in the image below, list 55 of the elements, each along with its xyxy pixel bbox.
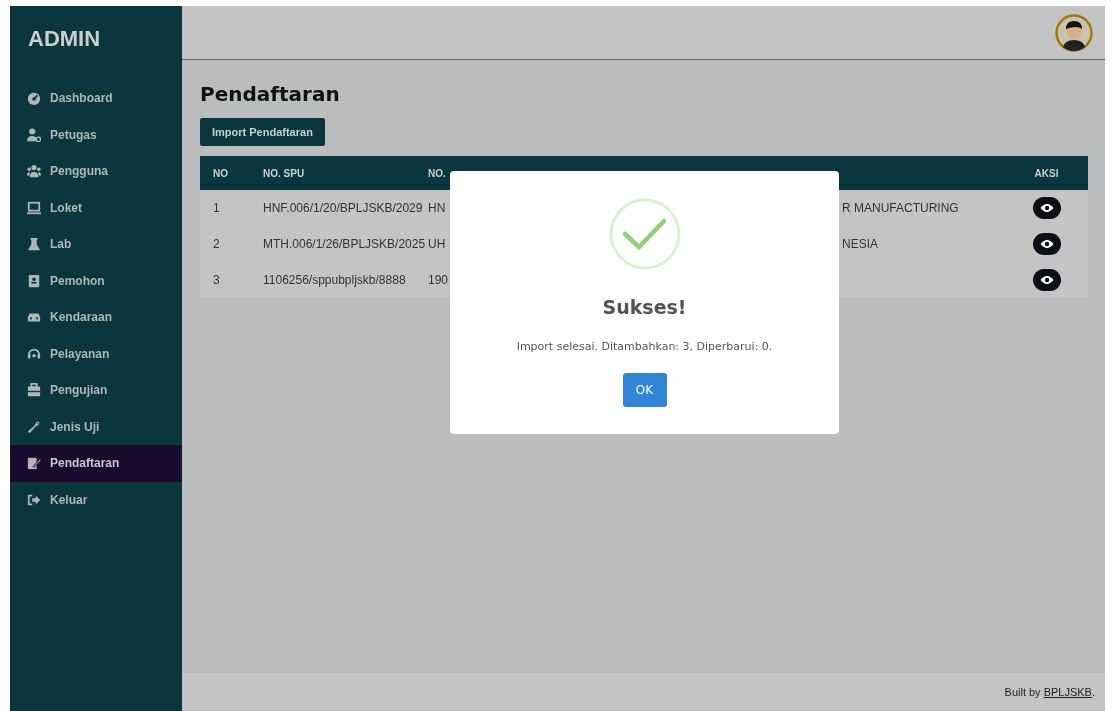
view-button[interactable] (1032, 197, 1061, 219)
footer-link[interactable]: BPLJSKB (1043, 686, 1092, 698)
table-cell: R MANUFACTURING (842, 201, 959, 215)
table-cell-text: 3 (212, 273, 221, 287)
menu-item-icon (27, 492, 41, 507)
sidebar-item[interactable]: Jenis Uji (10, 408, 182, 445)
menu-item-icon (27, 237, 41, 252)
table-cell: UH (428, 237, 446, 251)
sidebar-item[interactable]: Pelayanan (10, 335, 182, 372)
page-title: Pendaftaran (200, 82, 340, 106)
menu-item-icon (27, 346, 41, 361)
sidebar-item[interactable]: Loket (10, 189, 182, 226)
dialog-title: Sukses! (602, 296, 687, 318)
table-cell: 190 (428, 273, 449, 287)
table-cell-text: 1106256/sppubpljskb/8888 (262, 273, 407, 287)
eye-icon (1039, 203, 1054, 213)
view-button[interactable] (1032, 233, 1061, 255)
avatar-icon[interactable] (1055, 13, 1093, 52)
sidebar-item[interactable]: Pengguna (10, 153, 182, 190)
table-cell-text: 2 (212, 237, 221, 251)
menu-item-icon (27, 419, 41, 434)
menu-item-icon (27, 91, 41, 106)
ok-button[interactable]: OK (622, 373, 667, 407)
eye-icon (1039, 275, 1054, 285)
view-button[interactable] (1032, 269, 1061, 291)
menu-item-icon (27, 127, 41, 142)
table-cell: HN (428, 201, 446, 215)
menu-item-icon (27, 273, 41, 288)
menu-item-icon (27, 164, 41, 179)
column-header: NO. (428, 167, 447, 179)
menu-item-icon (27, 456, 41, 471)
table-cell-text: 1 (212, 201, 221, 215)
menu-item-icon (27, 383, 41, 398)
dialog-message: Import selesai. Ditambahkan: 3, Diperbarui: 0. (516, 340, 773, 353)
checkmark-icon (608, 198, 681, 270)
column-header: NO (212, 167, 229, 179)
sidebar-item[interactable]: Petugas (10, 116, 182, 153)
sidebar-item[interactable]: Pengujian (10, 372, 182, 409)
table-cell-text: MTH.006/1/26/BPLJSKB/2025 (262, 237, 427, 251)
sidebar-item[interactable]: Pendaftaran (10, 445, 182, 482)
sidebar-item[interactable]: Kendaraan (10, 299, 182, 336)
sidebar-item[interactable]: Lab (10, 226, 182, 263)
footer-text: . (1091, 686, 1095, 698)
eye-icon (1039, 239, 1054, 249)
footer-text: Built by (1004, 686, 1041, 698)
import-button[interactable]: Import Pendaftaran (200, 118, 325, 146)
sidebar-item[interactable]: Keluar (10, 481, 182, 518)
brand-title: ADMIN (27, 25, 102, 53)
menu-item-icon (27, 200, 41, 215)
table-cell-text: HNF.006/1/20/BPLJSKB/2029 (262, 201, 424, 215)
table-cell: NESIA (842, 237, 878, 251)
column-header: AKSI (1033, 167, 1060, 179)
sidebar-item[interactable]: Pemohon (10, 262, 182, 299)
column-header: NO. SPU (262, 167, 306, 179)
sidebar-item[interactable]: Dashboard (10, 80, 182, 117)
